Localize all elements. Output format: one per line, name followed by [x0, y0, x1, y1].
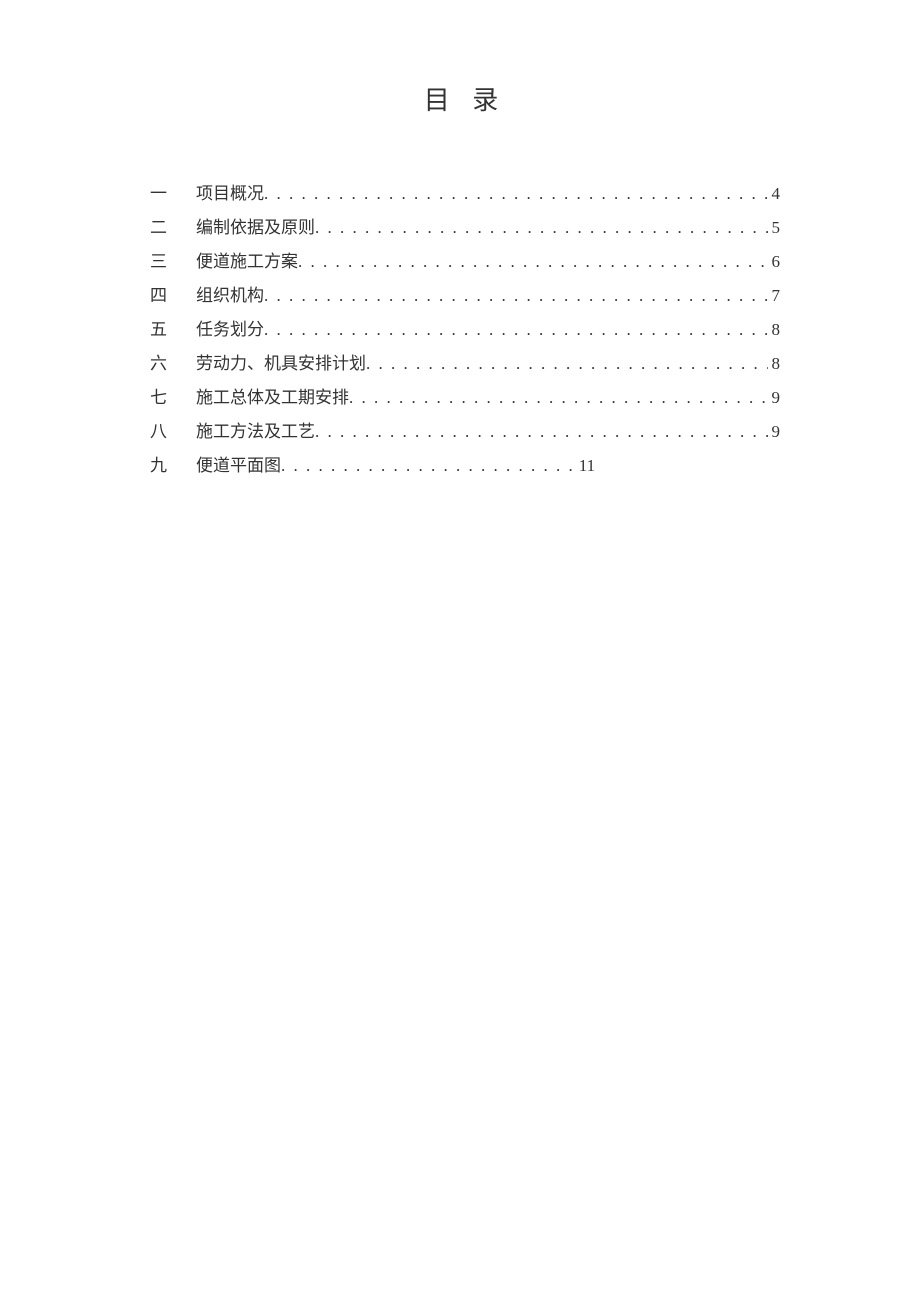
toc-entry: 八 施工方法及工艺 . . . . . . . . . . . . . . . …	[150, 415, 780, 449]
toc-leader-dots: . . . . . . . . . . . . . . . . . . . . …	[264, 313, 768, 347]
toc-leader-dots: . . . . . . . . . . . . . . . . . . . . …	[366, 347, 768, 381]
toc-page-number: 8	[772, 347, 781, 381]
toc-entry: 二 编制依据及原则 . . . . . . . . . . . . . . . …	[150, 211, 780, 245]
toc-num: 三	[150, 245, 186, 279]
toc-label: 便道施工方案	[196, 245, 298, 279]
toc-num: 五	[150, 313, 186, 347]
toc-page-number: 7	[772, 279, 781, 313]
toc-page-number: 9	[772, 415, 781, 449]
toc-entry: 一 项目概况 . . . . . . . . . . . . . . . . .…	[150, 177, 780, 211]
toc-entry: 六 劳动力、机具安排计划 . . . . . . . . . . . . . .…	[150, 347, 780, 381]
toc-entry: 七 施工总体及工期安排 . . . . . . . . . . . . . . …	[150, 381, 780, 415]
toc-label: 任务划分	[196, 313, 264, 347]
toc-leader-dots: . . . . . . . . . . . . . . . . . . . . …	[264, 177, 768, 211]
toc-label: 组织机构	[196, 279, 264, 313]
table-of-contents: 一 项目概况 . . . . . . . . . . . . . . . . .…	[150, 177, 780, 483]
toc-leader-dots: . . . . . . . . . . . . . . . . . . . . …	[315, 415, 768, 449]
toc-page-number: 5	[772, 211, 781, 245]
toc-num: 九	[150, 449, 186, 483]
toc-label: 劳动力、机具安排计划	[196, 347, 366, 381]
toc-entry: 九 便道平面图 . . . . . . . . . . . . . . . . …	[150, 449, 780, 483]
toc-label: 项目概况	[196, 177, 264, 211]
document-page: 目 录 一 项目概况 . . . . . . . . . . . . . . .…	[0, 0, 920, 483]
toc-page-number: 4	[772, 177, 781, 211]
toc-num: 二	[150, 211, 186, 245]
toc-page-number: 6	[772, 245, 781, 279]
toc-page-number: 9	[772, 381, 781, 415]
toc-page-number: 11	[579, 449, 595, 483]
toc-leader-dots: . . . . . . . . . . . . . . . . . . . . …	[315, 211, 768, 245]
toc-num: 一	[150, 177, 186, 211]
toc-leader-dots: . . . . . . . . . . . . . . . . . . . . …	[264, 279, 768, 313]
toc-entry: 五 任务划分 . . . . . . . . . . . . . . . . .…	[150, 313, 780, 347]
toc-leader-dots: . . . . . . . . . . . . . . . . . . . . …	[298, 245, 768, 279]
toc-label: 便道平面图	[196, 449, 281, 483]
toc-entry: 三 便道施工方案 . . . . . . . . . . . . . . . .…	[150, 245, 780, 279]
toc-leader-dots: . . . . . . . . . . . . . . . . . . . . …	[349, 381, 768, 415]
toc-label: 施工总体及工期安排	[196, 381, 349, 415]
toc-title: 目 录	[150, 80, 780, 117]
toc-num: 六	[150, 347, 186, 381]
toc-entry: 四 组织机构 . . . . . . . . . . . . . . . . .…	[150, 279, 780, 313]
toc-num: 七	[150, 381, 186, 415]
toc-leader-dots: . . . . . . . . . . . . . . . . . . . . …	[281, 449, 575, 483]
toc-num: 四	[150, 279, 186, 313]
toc-label: 施工方法及工艺	[196, 415, 315, 449]
toc-label: 编制依据及原则	[196, 211, 315, 245]
toc-page-number: 8	[772, 313, 781, 347]
toc-num: 八	[150, 415, 186, 449]
